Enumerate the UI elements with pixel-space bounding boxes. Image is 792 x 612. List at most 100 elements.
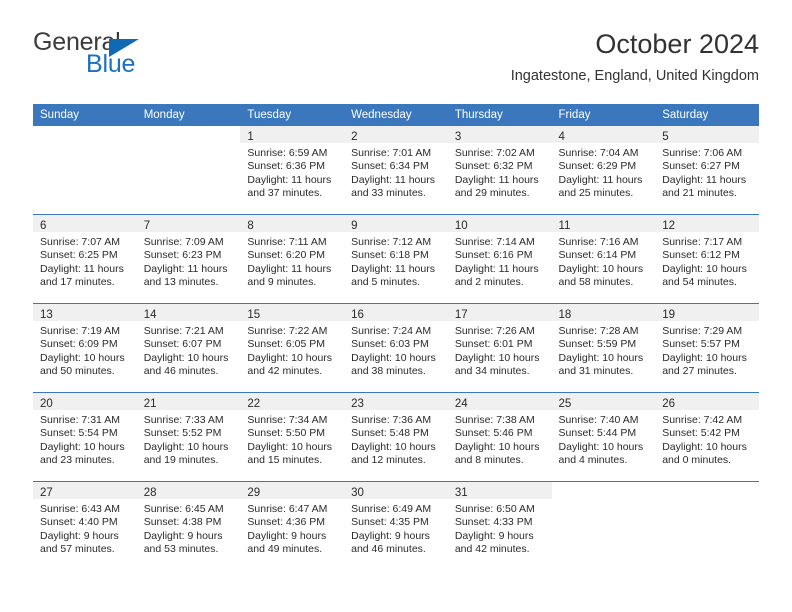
day-number-band: 12 xyxy=(655,215,759,232)
day-cell[interactable]: 5 Sunrise: 7:06 AM Sunset: 6:27 PM Daylight… xyxy=(655,126,759,214)
daylight-text: Daylight: 10 hours xyxy=(40,440,125,453)
sunrise-text: Sunrise: 7:11 AM xyxy=(247,236,327,248)
calendar-cell: 13 Sunrise: 7:19 AM Sunset: 6:09 PM Dayligh… xyxy=(33,303,137,393)
day-cell[interactable]: 12 Sunrise: 7:17 AM Sunset: 6:12 PM Dayligh… xyxy=(655,215,759,303)
day-details: Sunrise: 7:04 AM Sunset: 6:29 PM Daylight:… xyxy=(552,143,656,201)
day-cell[interactable]: 18 Sunrise: 7:28 AM Sunset: 5:59 PM Dayligh… xyxy=(551,304,656,392)
calendar-cell: 9 Sunrise: 7:12 AM Sunset: 6:18 PM Daylight… xyxy=(344,214,448,304)
day-cell[interactable]: 10 Sunrise: 7:14 AM Sunset: 6:16 PM Dayligh… xyxy=(447,215,552,303)
empty-day-cell xyxy=(136,126,241,214)
day-details: Sunrise: 7:11 AM Sunset: 6:20 PM Daylight:… xyxy=(240,232,344,290)
day-cell[interactable]: 15 Sunrise: 7:22 AM Sunset: 6:05 PM Dayligh… xyxy=(240,304,345,392)
title-block: October 2024 Ingatestone, England, Unite… xyxy=(279,28,759,86)
day-cell[interactable]: 11 Sunrise: 7:16 AM Sunset: 6:14 PM Dayligh… xyxy=(551,215,656,303)
day-cell[interactable]: 19 Sunrise: 7:29 AM Sunset: 5:57 PM Dayligh… xyxy=(655,304,759,392)
day-cell[interactable]: 6 Sunrise: 7:07 AM Sunset: 6:25 PM Daylight… xyxy=(33,215,137,303)
daylight-text: Daylight: 10 hours xyxy=(351,351,436,364)
sunset-text: Sunset: 4:40 PM xyxy=(40,516,118,529)
day-details xyxy=(137,143,241,147)
weekday-header-friday: Friday xyxy=(551,104,656,126)
sunset-text: Sunset: 6:05 PM xyxy=(247,338,326,351)
daylight-text: and 57 minutes. xyxy=(40,543,115,556)
daylight-text: and 17 minutes. xyxy=(40,276,115,289)
sunrise-text: Sunrise: 7:22 AM xyxy=(247,325,328,337)
daylight-text: and 9 minutes. xyxy=(247,276,317,289)
sunrise-text: Sunrise: 7:34 AM xyxy=(247,414,328,426)
sunset-text: Sunset: 6:29 PM xyxy=(558,160,637,173)
calendar-cell: 7 Sunrise: 7:09 AM Sunset: 6:23 PM Daylight… xyxy=(136,214,241,304)
day-number: 30 xyxy=(351,487,364,499)
sunset-text: Sunset: 6:23 PM xyxy=(143,249,222,262)
day-cell[interactable]: 27 Sunrise: 6:43 AM Sunset: 4:40 PM Dayligh… xyxy=(33,482,137,570)
day-cell[interactable]: 30 Sunrise: 6:49 AM Sunset: 4:35 PM Dayligh… xyxy=(344,482,448,570)
sunrise-text: Sunrise: 7:14 AM xyxy=(454,236,535,248)
calendar-cell: 29 Sunrise: 6:47 AM Sunset: 4:36 PM Dayligh… xyxy=(240,481,345,570)
day-details: Sunrise: 7:36 AM Sunset: 5:48 PM Daylight:… xyxy=(344,410,448,468)
daylight-text: Daylight: 11 hours xyxy=(454,173,539,186)
calendar-cell: 8 Sunrise: 7:11 AM Sunset: 6:20 PM Daylight… xyxy=(240,214,345,304)
day-cell[interactable]: 23 Sunrise: 7:36 AM Sunset: 5:48 PM Dayligh… xyxy=(344,393,448,481)
day-cell[interactable]: 4 Sunrise: 7:04 AM Sunset: 6:29 PM Daylight… xyxy=(551,126,656,214)
sunrise-text: Sunrise: 7:28 AM xyxy=(558,325,639,337)
daylight-text: and 5 minutes. xyxy=(351,276,420,289)
day-cell[interactable]: 22 Sunrise: 7:34 AM Sunset: 5:50 PM Dayligh… xyxy=(240,393,345,481)
day-cell[interactable]: 13 Sunrise: 7:19 AM Sunset: 6:09 PM Dayligh… xyxy=(33,304,137,392)
day-cell[interactable]: 21 Sunrise: 7:33 AM Sunset: 5:52 PM Dayligh… xyxy=(136,393,241,481)
day-details: Sunrise: 7:12 AM Sunset: 6:18 PM Daylight:… xyxy=(344,232,448,290)
day-details: Sunrise: 7:06 AM Sunset: 6:27 PM Daylight:… xyxy=(655,143,759,201)
day-cell[interactable]: 3 Sunrise: 7:02 AM Sunset: 6:32 PM Daylight… xyxy=(447,126,552,214)
day-cell[interactable]: 31 Sunrise: 6:50 AM Sunset: 4:33 PM Dayligh… xyxy=(447,482,552,570)
daylight-text: and 13 minutes. xyxy=(143,276,219,289)
day-number: 17 xyxy=(454,309,468,321)
weekday-header-row: Sunday Monday Tuesday Wednesday Thursday… xyxy=(33,104,759,126)
day-details: Sunrise: 7:28 AM Sunset: 5:59 PM Daylight:… xyxy=(552,321,656,379)
day-cell[interactable]: 14 Sunrise: 7:21 AM Sunset: 6:07 PM Dayligh… xyxy=(136,304,241,392)
day-details: Sunrise: 7:07 AM Sunset: 6:25 PM Daylight:… xyxy=(33,232,137,290)
day-cell[interactable]: 25 Sunrise: 7:40 AM Sunset: 5:44 PM Dayligh… xyxy=(551,393,656,481)
day-details: Sunrise: 6:47 AM Sunset: 4:36 PM Daylight:… xyxy=(240,499,344,557)
day-number-band: 28 xyxy=(136,482,241,499)
sunset-text: Sunset: 6:03 PM xyxy=(351,338,429,351)
sunset-text: Sunset: 5:52 PM xyxy=(143,427,222,440)
day-number-band: 10 xyxy=(447,215,552,232)
page-subtitle: Ingatestone, England, United Kingdom xyxy=(510,68,759,84)
empty-day-cell xyxy=(655,482,759,570)
weekday-header-wednesday: Wednesday xyxy=(344,104,448,126)
day-cell[interactable]: 29 Sunrise: 6:47 AM Sunset: 4:36 PM Dayligh… xyxy=(240,482,345,570)
day-number-band: 8 xyxy=(240,215,345,232)
day-number-band: 17 xyxy=(447,304,552,321)
day-details: Sunrise: 7:42 AM Sunset: 5:42 PM Daylight:… xyxy=(655,410,759,468)
calendar-cell: 22 Sunrise: 7:34 AM Sunset: 5:50 PM Dayligh… xyxy=(240,392,345,482)
sunrise-text: Sunrise: 7:01 AM xyxy=(351,147,432,159)
day-cell[interactable]: 28 Sunrise: 6:45 AM Sunset: 4:38 PM Dayligh… xyxy=(136,482,241,570)
day-number-band: 9 xyxy=(344,215,448,232)
daylight-text: and 49 minutes. xyxy=(247,543,323,556)
sunset-text: Sunset: 6:18 PM xyxy=(351,249,429,262)
day-number: 7 xyxy=(143,220,151,232)
daylight-text: Daylight: 11 hours xyxy=(454,262,539,275)
day-cell[interactable]: 24 Sunrise: 7:38 AM Sunset: 5:46 PM Dayligh… xyxy=(447,393,552,481)
day-cell[interactable]: 9 Sunrise: 7:12 AM Sunset: 6:18 PM Daylight… xyxy=(344,215,448,303)
day-number-band: 19 xyxy=(655,304,759,321)
daylight-text: and 54 minutes. xyxy=(662,276,737,289)
day-cell[interactable]: 16 Sunrise: 7:24 AM Sunset: 6:03 PM Dayligh… xyxy=(344,304,448,392)
day-cell[interactable]: 17 Sunrise: 7:26 AM Sunset: 6:01 PM Dayligh… xyxy=(447,304,552,392)
day-cell[interactable]: 1 Sunrise: 6:59 AM Sunset: 6:36 PM Daylight… xyxy=(240,126,345,214)
calendar-cell: 2 Sunrise: 7:01 AM Sunset: 6:34 PM Daylight… xyxy=(344,126,448,215)
sunrise-text: Sunrise: 7:36 AM xyxy=(351,414,432,426)
day-cell[interactable]: 7 Sunrise: 7:09 AM Sunset: 6:23 PM Daylight… xyxy=(136,215,241,303)
daylight-text: and 31 minutes. xyxy=(558,365,634,378)
sunset-text: Sunset: 5:42 PM xyxy=(662,427,740,440)
day-number-band: 31 xyxy=(447,482,552,499)
sunrise-text: Sunrise: 7:33 AM xyxy=(143,414,224,426)
daylight-text: and 27 minutes. xyxy=(662,365,737,378)
daylight-text: Daylight: 11 hours xyxy=(247,262,332,275)
day-details: Sunrise: 6:50 AM Sunset: 4:33 PM Daylight:… xyxy=(448,499,552,557)
day-cell[interactable]: 26 Sunrise: 7:42 AM Sunset: 5:42 PM Dayligh… xyxy=(655,393,759,481)
day-cell[interactable]: 8 Sunrise: 7:11 AM Sunset: 6:20 PM Daylight… xyxy=(240,215,345,303)
day-number-band: 21 xyxy=(136,393,241,410)
day-number: 25 xyxy=(558,398,572,410)
day-cell[interactable]: 20 Sunrise: 7:31 AM Sunset: 5:54 PM Dayligh… xyxy=(33,393,137,481)
day-number: 10 xyxy=(454,220,468,232)
day-cell[interactable]: 2 Sunrise: 7:01 AM Sunset: 6:34 PM Daylight… xyxy=(344,126,448,214)
